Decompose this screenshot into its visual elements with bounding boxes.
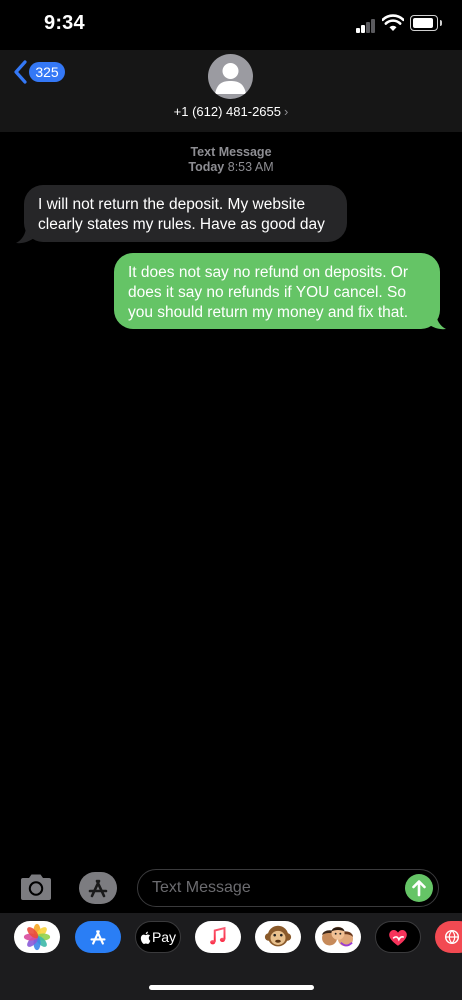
back-chevron-icon[interactable] (13, 59, 29, 85)
battery-icon (410, 15, 442, 31)
contact-name-button[interactable]: +1 (612) 481-2655 › (0, 104, 462, 119)
app-store-a-icon (90, 930, 106, 945)
message-text-input[interactable] (137, 869, 439, 907)
digital-touch-app-icon[interactable] (375, 921, 421, 953)
apple-logo-icon (140, 931, 151, 944)
message-type-label: Text Message (190, 145, 272, 159)
message-day-label: Today (188, 160, 225, 174)
memoji-faces-icon (322, 926, 353, 947)
music-note-icon (210, 926, 226, 945)
search-images-app-icon[interactable] (435, 921, 462, 953)
imessage-app-tray: Pay (0, 913, 462, 1000)
person-silhouette-icon (215, 63, 246, 94)
arrow-up-icon (412, 880, 426, 897)
back-unread-count-badge[interactable]: 325 (29, 62, 65, 82)
app-store-icon (88, 879, 108, 898)
memoji-app-icon[interactable] (315, 921, 361, 953)
status-time: 9:34 (44, 12, 85, 34)
globe-search-icon (444, 929, 460, 945)
photos-flower-icon (23, 923, 51, 951)
photos-app-icon[interactable] (14, 921, 60, 953)
home-indicator[interactable] (149, 985, 314, 990)
cellular-signal-icon (356, 17, 376, 33)
send-button[interactable] (405, 874, 433, 902)
app-store-drawer-button[interactable] (79, 872, 117, 904)
status-bar: 9:34 (0, 0, 462, 50)
incoming-message-bubble[interactable]: I will not return the deposit. My websit… (24, 185, 347, 242)
contact-phone-number: +1 (612) 481-2655 (173, 104, 281, 119)
apple-pay-app-icon[interactable]: Pay (135, 921, 181, 953)
apple-pay-label: Pay (151, 929, 177, 945)
chevron-right-icon: › (284, 104, 289, 119)
heart-touch-icon (389, 930, 407, 946)
message-timestamp-label: Text Message Today 8:53 AM (0, 145, 462, 175)
outgoing-message-bubble[interactable]: It does not say no refund on deposits. O… (114, 253, 440, 329)
message-time-label: 8:53 AM (227, 160, 274, 174)
camera-icon[interactable] (18, 872, 54, 904)
monkey-face-icon (264, 925, 292, 947)
wifi-icon (382, 14, 404, 31)
animoji-app-icon[interactable] (255, 921, 301, 953)
app-store-app-icon[interactable] (75, 921, 121, 953)
conversation-header: 325 +1 (612) 481-2655 › (0, 50, 462, 132)
music-app-icon[interactable] (195, 921, 241, 953)
contact-avatar[interactable] (208, 54, 253, 99)
